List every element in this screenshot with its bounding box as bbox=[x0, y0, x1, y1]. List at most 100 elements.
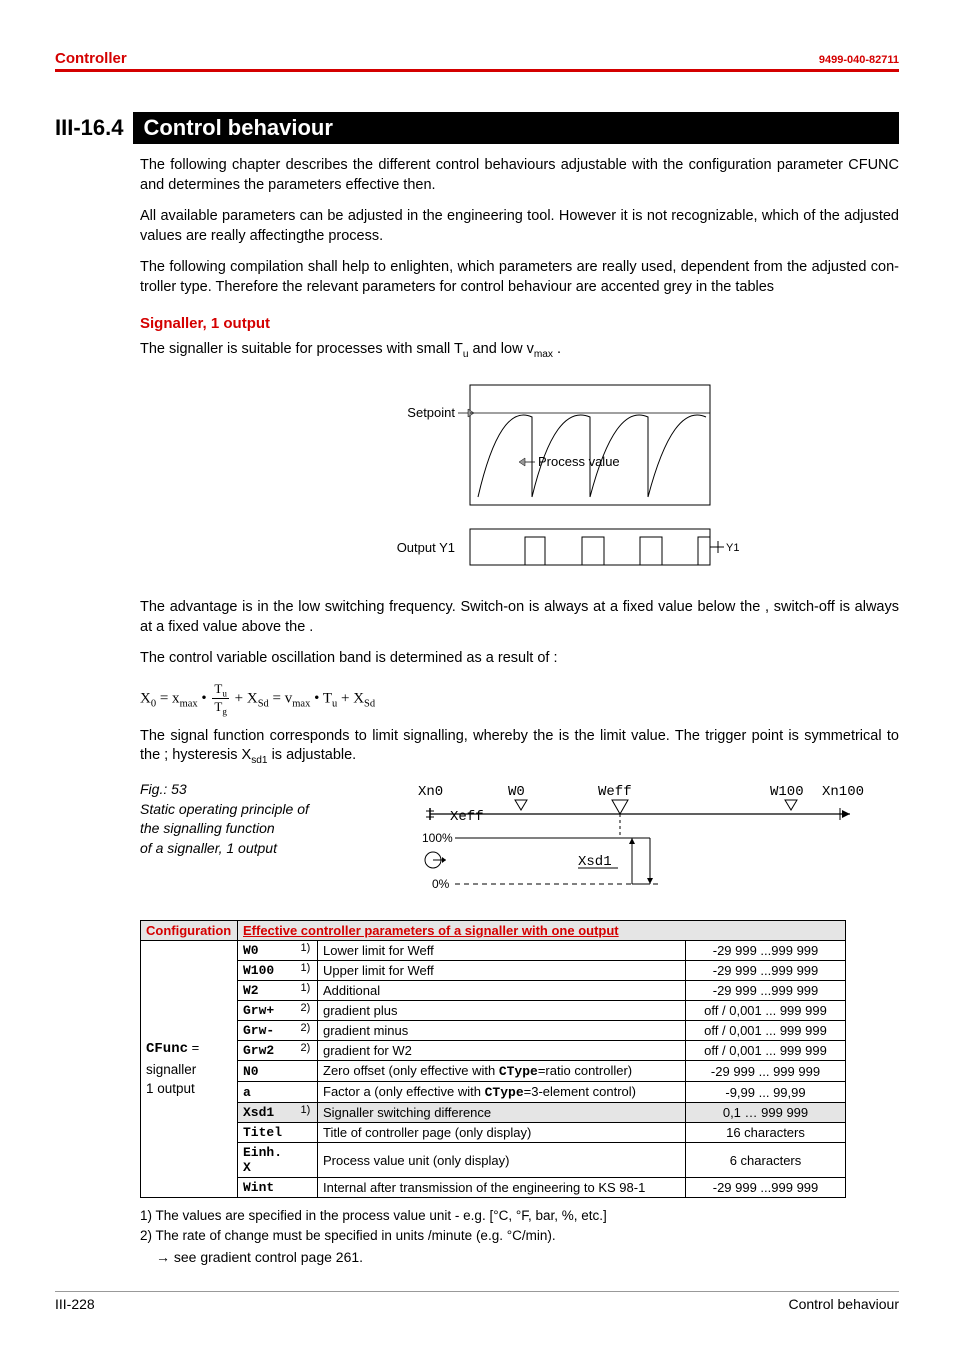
param-description: gradient for W2 bbox=[318, 1041, 686, 1061]
param-description: Upper limit for Weff bbox=[318, 961, 686, 981]
figure-53-svg: Xn0 W0 Weff W100 Xn100 Xeff 100% bbox=[400, 780, 870, 900]
lbl-100pct: 100% bbox=[422, 831, 453, 845]
param-code: Grw- bbox=[238, 1021, 296, 1041]
footer-title: Control behaviour bbox=[788, 1296, 899, 1312]
section-heading: III-16.4 Control behaviour bbox=[55, 112, 899, 144]
param-description: Factor a (only effective with CType=3-el… bbox=[318, 1082, 686, 1103]
param-range: 6 characters bbox=[686, 1143, 846, 1178]
para-1: The following chapter describes the diff… bbox=[140, 156, 899, 195]
param-code: W2 bbox=[238, 981, 296, 1001]
param-range: 0,1 … 999 999 bbox=[686, 1103, 846, 1123]
lbl-xn100: Xn100 bbox=[822, 784, 864, 800]
param-range: -9,99 ... 99,99 bbox=[686, 1082, 846, 1103]
fig53-l2: the signalling function bbox=[140, 819, 350, 839]
param-description: gradient minus bbox=[318, 1021, 686, 1041]
param-description: Title of controller page (only display) bbox=[318, 1123, 686, 1143]
fig53-l3: of a signaller, 1 output bbox=[140, 839, 350, 859]
param-range: off / 0,001 ... 999 999 bbox=[686, 1021, 846, 1041]
para-2: All available parameters can be adjusted… bbox=[140, 207, 899, 246]
figure-53-svg-wrap: Xn0 W0 Weff W100 Xn100 Xeff 100% bbox=[370, 780, 899, 900]
table-row: Wint Internal after transmission of the e… bbox=[141, 1178, 846, 1198]
table-row: Einh.XProcess value unit (only display)6… bbox=[141, 1143, 846, 1178]
param-footnote-ref: 1) bbox=[296, 941, 318, 961]
param-description: Process value unit (only display) bbox=[318, 1143, 686, 1178]
param-footnote-ref: 1) bbox=[296, 1103, 318, 1123]
para-4a: The signaller is suitable for processes … bbox=[140, 341, 463, 357]
lbl-weff: Weff bbox=[598, 784, 632, 800]
footnote-3: → see gradient control page 261. bbox=[140, 1247, 899, 1268]
sub-sd1: sd1 bbox=[251, 755, 267, 766]
param-footnote-ref bbox=[296, 1061, 318, 1082]
param-range: off / 0,001 ... 999 999 bbox=[686, 1041, 846, 1061]
param-code: Grw2 bbox=[238, 1041, 296, 1061]
table-row: W21)Additional-29 999 ...999 999 bbox=[141, 981, 846, 1001]
lbl-xeff: Xeff bbox=[450, 809, 484, 825]
para-4: The signaller is suitable for processes … bbox=[140, 340, 899, 362]
param-description: gradient plus bbox=[318, 1001, 686, 1021]
param-footnote-ref: 1) bbox=[296, 961, 318, 981]
subheading: Signaller, 1 output bbox=[140, 315, 899, 332]
table-row: Grw-2)gradient minusoff / 0,001 ... 999 … bbox=[141, 1021, 846, 1041]
param-code: Titel bbox=[238, 1123, 296, 1143]
label-output-y1: Output Y1 bbox=[396, 540, 454, 555]
figure-53-caption: Fig.: 53 Static operating principle of t… bbox=[140, 780, 350, 858]
param-footnote-ref: 1) bbox=[296, 981, 318, 1001]
table-row: a Factor a (only effective with CType=3-e… bbox=[141, 1082, 846, 1103]
footnotes: 1) The values are specified in the proce… bbox=[140, 1206, 899, 1268]
label-process-value: Process value bbox=[538, 454, 620, 469]
sub-max: max bbox=[534, 349, 553, 360]
param-code: W100 bbox=[238, 961, 296, 981]
param-footnote-ref: 2) bbox=[296, 1041, 318, 1061]
para-5: The advantage is in the low switching fr… bbox=[140, 598, 899, 637]
th-effective: Effective controller parameters of a sig… bbox=[238, 921, 846, 941]
param-range: -29 999 ... 999 999 bbox=[686, 1061, 846, 1082]
fig53-l1: Static operating principle of bbox=[140, 800, 350, 820]
table-row: Titel Title of controller page (only disp… bbox=[141, 1123, 846, 1143]
label-setpoint: Setpoint bbox=[407, 405, 455, 420]
para-4c: . bbox=[553, 341, 561, 357]
para-3: The following compilation shall help to … bbox=[140, 258, 899, 297]
param-description: Additional bbox=[318, 981, 686, 1001]
param-code: Xsd1 bbox=[238, 1103, 296, 1123]
cfunc-cell: CFunc = signaller1 output bbox=[141, 941, 238, 1198]
section-title: Control behaviour bbox=[133, 112, 899, 144]
param-range: -29 999 ...999 999 bbox=[686, 1178, 846, 1198]
param-footnote-ref: 2) bbox=[296, 1001, 318, 1021]
lbl-xn0: Xn0 bbox=[418, 784, 443, 800]
footnote-2: 2) The rate of change must be specified … bbox=[140, 1226, 899, 1246]
param-range: 16 characters bbox=[686, 1123, 846, 1143]
param-description: Internal after transmission of the engin… bbox=[318, 1178, 686, 1198]
param-footnote-ref bbox=[296, 1123, 318, 1143]
para-7b: is adjustable. bbox=[268, 747, 357, 763]
param-footnote-ref bbox=[296, 1178, 318, 1198]
table-row: Grw+2)gradient plusoff / 0,001 ... 999 9… bbox=[141, 1001, 846, 1021]
header-domain: Controller bbox=[55, 50, 127, 67]
param-description: Lower limit for Weff bbox=[318, 941, 686, 961]
table-row: W1001)Upper limit for Weff-29 999 ...999… bbox=[141, 961, 846, 981]
page-footer: III-228 Control behaviour bbox=[55, 1291, 899, 1312]
param-footnote-ref bbox=[296, 1143, 318, 1178]
footer-page: III-228 bbox=[55, 1296, 95, 1312]
param-range: -29 999 ...999 999 bbox=[686, 961, 846, 981]
para-7: The signal function corresponds to limit… bbox=[140, 727, 899, 768]
parameters-table: Configuration Effective controller param… bbox=[140, 920, 846, 1198]
param-code: a bbox=[238, 1082, 296, 1103]
label-y1: Y1 bbox=[726, 542, 739, 554]
param-code: N0 bbox=[238, 1061, 296, 1082]
th-configuration: Configuration bbox=[141, 921, 238, 941]
section-number: III-16.4 bbox=[55, 112, 133, 144]
param-footnote-ref bbox=[296, 1082, 318, 1103]
param-range: -29 999 ...999 999 bbox=[686, 981, 846, 1001]
param-range: -29 999 ...999 999 bbox=[686, 941, 846, 961]
table-row: N0Zero offset (only effective with CType… bbox=[141, 1061, 846, 1082]
figure-signaller-diagram: Setpoint Process value Output Y1 Y1 bbox=[140, 377, 899, 580]
para-6: The control variable oscillation band is… bbox=[140, 649, 899, 669]
lbl-w0: W0 bbox=[508, 784, 525, 800]
param-description: Signaller switching difference bbox=[318, 1103, 686, 1123]
param-code: Grw+ bbox=[238, 1001, 296, 1021]
param-code: Wint bbox=[238, 1178, 296, 1198]
table-row: Grw22)gradient for W2off / 0,001 ... 999… bbox=[141, 1041, 846, 1061]
param-range: off / 0,001 ... 999 999 bbox=[686, 1001, 846, 1021]
figure-53-row: Fig.: 53 Static operating principle of t… bbox=[140, 780, 899, 900]
formula-x0: X0 = xmax • TuTg + XSd = vmax • Tu + XSd bbox=[140, 681, 899, 717]
